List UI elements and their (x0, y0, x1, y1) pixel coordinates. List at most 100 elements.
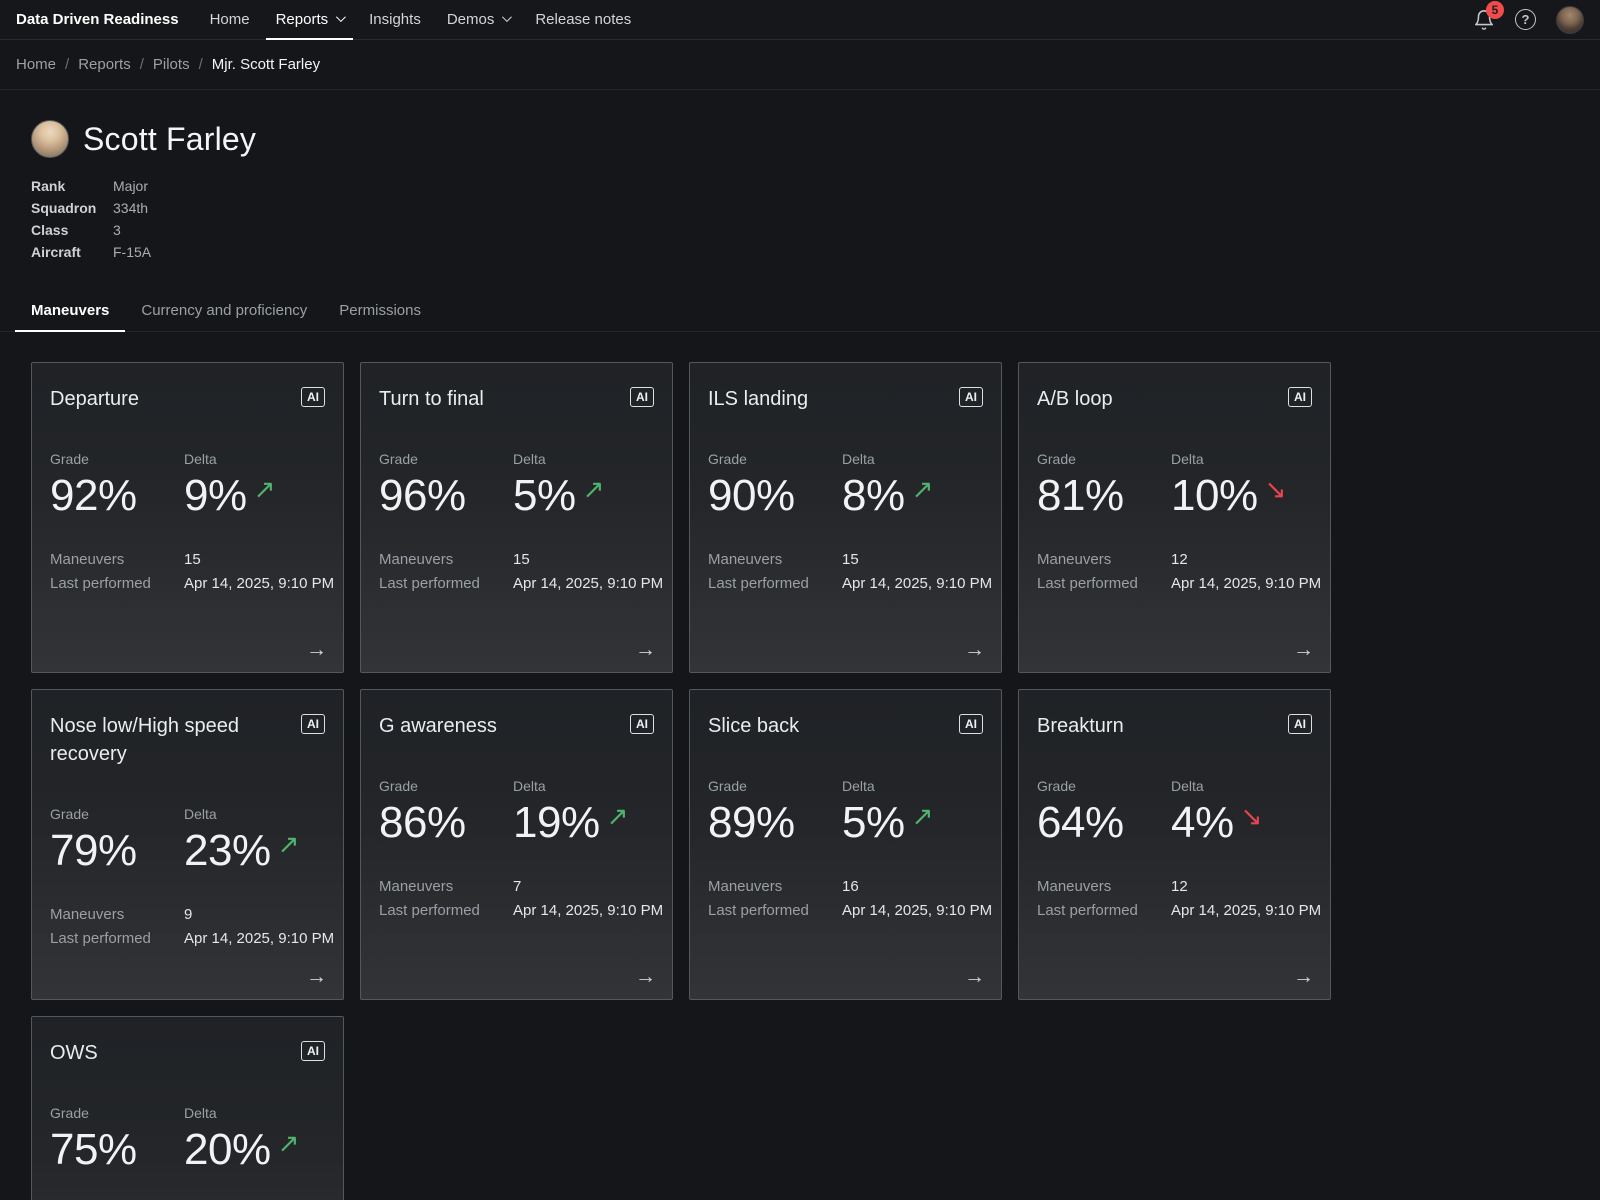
chevron-down-icon (502, 12, 512, 22)
maneuver-card-title: Turn to final (379, 385, 484, 413)
arrow-right-icon[interactable]: → (964, 965, 985, 989)
maneuver-card-title: G awareness (379, 712, 497, 740)
nav-item-insights[interactable]: Insights (356, 0, 434, 40)
maneuver-card[interactable]: Nose low/High speed recovery AI Grade 79… (31, 689, 344, 1000)
maneuver-card[interactable]: G awareness AI Grade 86% Delta 19% ↗ Man… (360, 689, 673, 1000)
question-icon: ? (1522, 12, 1530, 27)
delta-value: 5% (513, 474, 576, 519)
ai-badge: AI (1288, 714, 1312, 734)
maneuver-card[interactable]: Breakturn AI Grade 64% Delta 4% ↘ Maneuv… (1018, 689, 1331, 1000)
maneuvers-value: 16 (842, 878, 992, 895)
nav-item-demos[interactable]: Demos (434, 0, 523, 40)
last-performed-value: Apr 14, 2025, 9:10 PM (842, 902, 992, 919)
tab-currency-and-proficiency[interactable]: Currency and proficiency (125, 292, 323, 331)
last-performed-label: Last performed (708, 902, 842, 919)
last-performed-label: Last performed (708, 575, 842, 592)
maneuver-card[interactable]: Slice back AI Grade 89% Delta 5% ↗ Maneu… (689, 689, 1002, 1000)
last-performed-label: Last performed (1037, 902, 1171, 919)
app-title: Data Driven Readiness (16, 11, 179, 28)
tab-bar: ManeuversCurrency and proficiencyPermiss… (0, 292, 1600, 332)
arrow-right-icon[interactable]: → (964, 638, 985, 662)
arrow-right-icon[interactable]: → (1293, 638, 1314, 662)
maneuvers-value: 15 (513, 551, 663, 568)
breadcrumb-link[interactable]: Pilots (153, 56, 190, 73)
profile-field-value: 3 (113, 222, 1569, 238)
maneuvers-label: Maneuvers (379, 878, 513, 895)
grade-label: Grade (379, 451, 513, 467)
maneuvers-label: Maneuvers (708, 878, 842, 895)
nav-item-reports[interactable]: Reports (263, 0, 357, 40)
ai-badge: AI (630, 714, 654, 734)
maneuvers-label: Maneuvers (50, 906, 184, 923)
maneuver-card-title: OWS (50, 1039, 98, 1067)
nav-item-release-notes[interactable]: Release notes (522, 0, 644, 40)
maneuver-card-title: Slice back (708, 712, 799, 740)
grade-value: 79% (50, 829, 137, 874)
last-performed-label: Last performed (50, 930, 184, 947)
breadcrumb-separator: / (65, 56, 69, 73)
maneuver-card[interactable]: Turn to final AI Grade 96% Delta 5% ↗ Ma… (360, 362, 673, 673)
maneuver-card[interactable]: Departure AI Grade 92% Delta 9% ↗ Maneuv… (31, 362, 344, 673)
breadcrumb-link[interactable]: Reports (78, 56, 131, 73)
delta-label: Delta (513, 451, 654, 467)
arrow-right-icon[interactable]: → (306, 965, 327, 989)
grade-value: 64% (1037, 801, 1124, 846)
delta-value: 4% (1171, 801, 1234, 846)
profile-field-label: Class (31, 222, 113, 238)
nav-menu: Home Reports Insights Demos Release note… (197, 0, 645, 40)
trend-up-icon: ↗ (583, 476, 604, 502)
delta-value: 10% (1171, 474, 1258, 519)
grade-label: Grade (50, 451, 184, 467)
arrow-right-icon[interactable]: → (635, 638, 656, 662)
delta-label: Delta (513, 778, 654, 794)
maneuver-card[interactable]: ILS landing AI Grade 90% Delta 8% ↗ Mane… (689, 362, 1002, 673)
user-avatar[interactable] (1556, 6, 1584, 34)
last-performed-value: Apr 14, 2025, 9:10 PM (842, 575, 992, 592)
grade-label: Grade (708, 451, 842, 467)
trend-up-icon: ↗ (278, 1130, 299, 1156)
arrow-right-icon[interactable]: → (635, 965, 656, 989)
grade-label: Grade (379, 778, 513, 794)
profile-field-value: Major (113, 178, 1569, 194)
top-nav: Data Driven Readiness Home Reports Insig… (0, 0, 1600, 40)
maneuver-card-title: Departure (50, 385, 139, 413)
help-button[interactable]: ? (1515, 9, 1536, 30)
delta-label: Delta (184, 451, 325, 467)
tab-maneuvers[interactable]: Maneuvers (15, 292, 125, 331)
last-performed-label: Last performed (379, 902, 513, 919)
ai-badge: AI (301, 714, 325, 734)
arrow-right-icon[interactable]: → (1293, 965, 1314, 989)
breadcrumb-link[interactable]: Home (16, 56, 56, 73)
nav-item-home[interactable]: Home (197, 0, 263, 40)
arrow-right-icon[interactable]: → (306, 638, 327, 662)
maneuver-card-title: Breakturn (1037, 712, 1124, 740)
maneuvers-label: Maneuvers (1037, 551, 1171, 568)
last-performed-value: Apr 14, 2025, 9:10 PM (184, 575, 334, 592)
profile-field-value: F-15A (113, 244, 1569, 260)
grade-label: Grade (708, 778, 842, 794)
profile-field-label: Rank (31, 178, 113, 194)
grade-value: 92% (50, 474, 137, 519)
last-performed-value: Apr 14, 2025, 9:10 PM (1171, 575, 1321, 592)
profile-field-label: Aircraft (31, 244, 113, 260)
delta-label: Delta (1171, 778, 1312, 794)
grade-value: 89% (708, 801, 795, 846)
delta-value: 5% (842, 801, 905, 846)
ai-badge: AI (301, 1041, 325, 1061)
tab-permissions[interactable]: Permissions (323, 292, 437, 331)
maneuver-card[interactable]: A/B loop AI Grade 81% Delta 10% ↘ Maneuv… (1018, 362, 1331, 673)
profile-field-label: Squadron (31, 200, 113, 216)
profile-fields: Rank Major Squadron 334th Class 3 Aircra… (31, 178, 1569, 260)
grade-label: Grade (1037, 451, 1171, 467)
maneuvers-label: Maneuvers (1037, 878, 1171, 895)
maneuver-card[interactable]: OWS AI Grade 75% Delta 20% ↗ → (31, 1016, 344, 1200)
ai-badge: AI (959, 387, 983, 407)
ai-badge: AI (301, 387, 325, 407)
trend-up-icon: ↗ (607, 803, 628, 829)
notifications-button[interactable]: 5 (1473, 9, 1495, 31)
maneuvers-value: 12 (1171, 551, 1321, 568)
breadcrumb: Home/Reports/Pilots/Mjr. Scott Farley (0, 40, 1600, 90)
maneuver-card-title: ILS landing (708, 385, 808, 413)
notification-badge: 5 (1486, 1, 1504, 19)
trend-up-icon: ↗ (912, 803, 933, 829)
